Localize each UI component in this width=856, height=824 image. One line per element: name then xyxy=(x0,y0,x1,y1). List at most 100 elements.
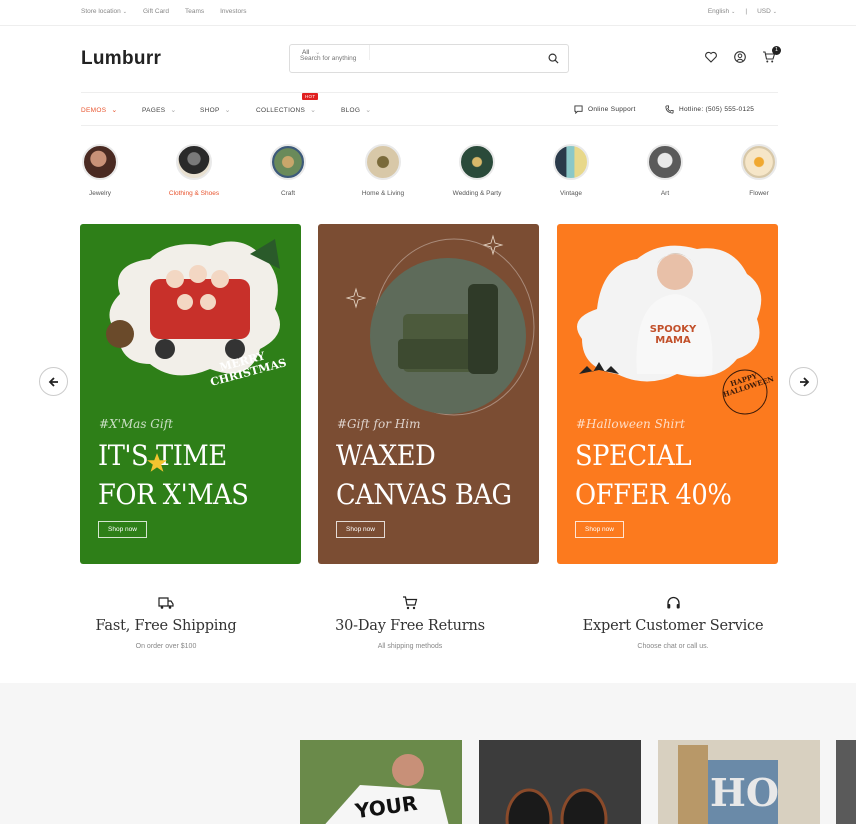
heart-icon xyxy=(705,51,717,63)
language-label: English xyxy=(707,8,730,15)
banner-canvas-bag-image xyxy=(345,234,535,416)
category-jewelry[interactable]: Jewelry xyxy=(60,144,140,197)
headset-icon xyxy=(666,596,680,609)
top-right: English ⌄ | USD ⌄ xyxy=(708,8,777,15)
carousel-prev-button[interactable] xyxy=(39,367,68,396)
gift-card-link[interactable]: Gift Card xyxy=(143,8,169,15)
wishlist-button[interactable] xyxy=(704,50,718,64)
shop-now-button[interactable]: Shop now xyxy=(98,521,147,538)
feature-title: Fast, Free Shipping xyxy=(95,618,237,634)
category-label: Flower xyxy=(749,190,769,197)
cart-button[interactable]: 1 xyxy=(762,46,781,64)
shop-now-button[interactable]: Shop now xyxy=(336,521,385,538)
category-flower[interactable]: Flower xyxy=(719,144,799,197)
nav-collections-label: COLLECTIONS xyxy=(256,106,306,114)
search-category-select[interactable]: All ⌄ xyxy=(290,45,370,60)
banner-heading: IT'S TIME FOR X'MAS xyxy=(98,436,249,514)
store-location-label: Store location xyxy=(81,8,121,15)
category-strip: Jewelry Clothing & Shoes Craft Home & Li… xyxy=(70,144,790,204)
nav-demos[interactable]: DEMOS ⌄ xyxy=(81,106,118,115)
logo[interactable]: Lumburr xyxy=(81,48,161,70)
online-support-link[interactable]: Online Support xyxy=(574,105,636,114)
chevron-down-icon: ⌄ xyxy=(170,107,177,114)
nav-pages[interactable]: PAGES ⌄ xyxy=(142,106,177,115)
nav-demos-label: DEMOS xyxy=(81,106,107,114)
category-craft-image xyxy=(270,144,306,180)
chevron-down-icon: ⌄ xyxy=(224,107,231,114)
feature-shipping: Fast, Free Shipping On order over $100 xyxy=(51,596,281,650)
category-craft[interactable]: Craft xyxy=(248,144,328,197)
banner-heading: SPECIAL OFFER 40% xyxy=(575,436,732,514)
currency-select[interactable]: USD ⌄ xyxy=(757,8,777,15)
product-card[interactable]: YOUR xyxy=(300,740,462,824)
category-vintage[interactable]: Vintage xyxy=(531,144,611,197)
nav-blog[interactable]: BLOG ⌄ xyxy=(341,106,372,115)
search-bar: All ⌄ xyxy=(289,44,569,73)
nav-shop[interactable]: SHOP ⌄ xyxy=(200,106,231,115)
category-art[interactable]: Art xyxy=(625,144,705,197)
top-links: Store location ⌄ Gift Card Teams Investor… xyxy=(81,8,247,15)
store-location-link[interactable]: Store location ⌄ xyxy=(81,8,127,15)
carousel-next-button[interactable] xyxy=(789,367,818,396)
chat-icon xyxy=(574,105,583,114)
chevron-down-icon: ⌄ xyxy=(310,107,317,114)
category-label: Vintage xyxy=(560,190,582,197)
language-select[interactable]: English ⌄ xyxy=(708,8,736,15)
chevron-down-icon: ⌄ xyxy=(772,9,777,15)
nav-blog-label: BLOG xyxy=(341,106,361,114)
category-wedding-party[interactable]: Wedding & Party xyxy=(437,144,517,197)
banner-heading-line1: IT'S TIME xyxy=(98,439,227,472)
banner-heading: WAXED CANVAS BAG xyxy=(336,436,512,514)
category-art-image xyxy=(647,144,683,180)
top-bar: Store location ⌄ Gift Card Teams Investor… xyxy=(0,0,856,26)
phone-icon xyxy=(665,105,674,114)
feature-title: 30-Day Free Returns xyxy=(335,618,485,634)
banner-heading-line1: SPECIAL xyxy=(575,439,692,472)
category-home-image xyxy=(365,144,401,180)
category-home-living[interactable]: Home & Living xyxy=(343,144,423,197)
shop-now-button[interactable]: Shop now xyxy=(575,521,624,538)
product-card[interactable] xyxy=(479,740,641,824)
feature-subtitle: All shipping methods xyxy=(377,643,443,650)
banner-heading-line2: FOR X'MAS xyxy=(98,478,249,511)
chevron-down-icon: ⌄ xyxy=(122,9,127,15)
search-icon xyxy=(548,53,559,64)
product-card[interactable] xyxy=(836,740,856,824)
banner-tag: #Gift for Him xyxy=(337,417,421,431)
category-clothing-shoes[interactable]: Clothing & Shoes xyxy=(154,144,234,197)
category-label: Wedding & Party xyxy=(452,190,502,197)
category-label: Art xyxy=(660,190,670,197)
banner-heading-line2: OFFER 40% xyxy=(575,478,732,511)
feature-subtitle: Choose chat or call us. xyxy=(637,643,709,650)
currency-label: USD xyxy=(757,8,771,15)
hot-badge: HOT xyxy=(302,93,319,100)
search-button[interactable] xyxy=(538,53,568,64)
hotline-link[interactable]: Hotline: (505) 555-0125 xyxy=(665,105,754,114)
product-image xyxy=(479,740,641,824)
banner-canvas-bag[interactable]: #Gift for Him WAXED CANVAS BAG Shop now xyxy=(318,224,539,564)
investors-link[interactable]: Investors xyxy=(220,8,246,15)
category-flower-image xyxy=(741,144,777,180)
chevron-down-icon: ⌄ xyxy=(365,107,372,114)
feature-returns: 30-Day Free Returns All shipping methods xyxy=(295,596,525,650)
arrow-left-icon xyxy=(48,376,58,387)
banner-heading-line1: WAXED xyxy=(336,439,436,472)
feature-title: Expert Customer Service xyxy=(582,618,764,634)
chevron-down-icon: ⌄ xyxy=(731,9,736,15)
arrow-right-icon xyxy=(799,376,809,387)
product-card[interactable]: HO xyxy=(658,740,820,824)
chevron-down-icon: ⌄ xyxy=(111,107,118,114)
teams-link[interactable]: Teams xyxy=(185,8,204,15)
nav-shop-label: SHOP xyxy=(200,106,220,114)
banner-xmas[interactable]: MERRY CHRISTMAS #X'Mas Gift IT'S TIME FO… xyxy=(80,224,301,564)
banner-halloween[interactable]: SPOOKY MAMA HAPPY HALLOWEEN #Halloween S… xyxy=(557,224,778,564)
account-button[interactable] xyxy=(733,50,747,64)
category-wedding-image xyxy=(459,144,495,180)
banner-tag: #Halloween Shirt xyxy=(576,417,685,431)
header-icons: 1 xyxy=(704,46,781,64)
nav-collections[interactable]: COLLECTIONS ⌄ xyxy=(256,106,317,115)
category-label: Craft xyxy=(280,190,296,197)
cart-icon xyxy=(403,596,418,610)
category-label: Jewelry xyxy=(88,190,112,197)
main-nav: DEMOS ⌄ PAGES ⌄ SHOP ⌄ COLLECTIONS ⌄ HOT BLO… xyxy=(81,92,778,126)
